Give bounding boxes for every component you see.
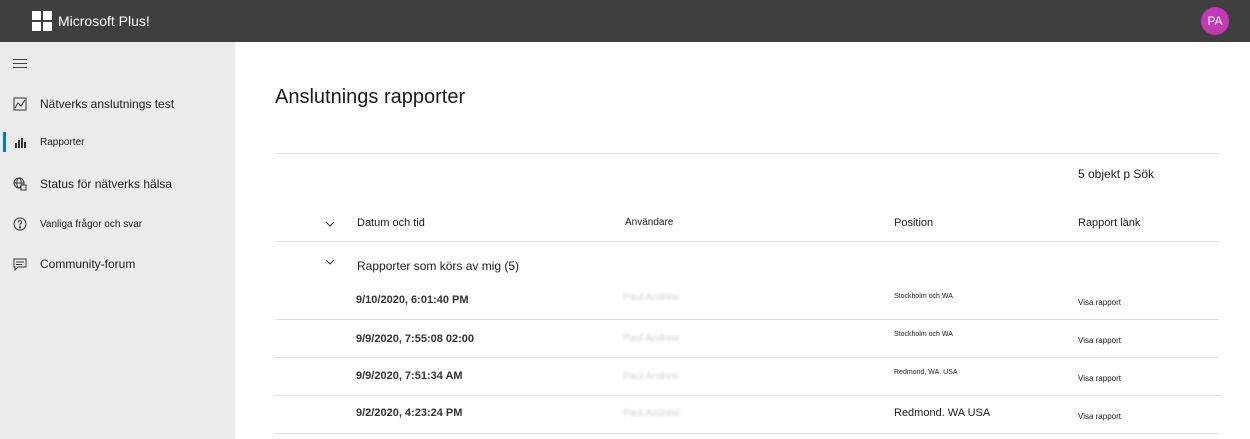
hamburger-menu-icon[interactable]: [13, 59, 27, 69]
row-position: Redmond, WA. USA: [894, 369, 958, 376]
row-user: Paul Andrew: [623, 371, 680, 382]
row-user: Paul Andrew: [623, 292, 680, 303]
sidebar-item-reports[interactable]: Rapporter: [0, 127, 235, 157]
view-report-link[interactable]: Visa rapport: [1078, 374, 1121, 383]
view-report-link[interactable]: Visa rapport: [1078, 298, 1121, 307]
sidebar-item-community[interactable]: Community-forum: [0, 249, 235, 279]
chevron-down-icon[interactable]: [325, 219, 335, 229]
question-circle-icon: [13, 217, 27, 231]
page-title: Anslutnings rapporter: [275, 86, 466, 108]
sidebar-item-label: Status för nätverks hälsa: [40, 177, 173, 191]
top-bar: Microsoft Plus! PA: [0, 0, 1250, 42]
column-header-report-link[interactable]: Rapport länk: [1078, 217, 1140, 229]
globe-network-icon: [13, 177, 27, 191]
chat-icon: [13, 258, 27, 271]
sidebar-item-label: Rapporter: [40, 136, 85, 148]
sidebar: Nätverks anslutnings test Rapporter Stat…: [0, 42, 235, 439]
title-divider: [275, 153, 1219, 154]
header-divider: [275, 241, 1219, 242]
bar-chart-icon: [15, 138, 26, 148]
sidebar-item-label: Nätverks anslutnings test: [40, 97, 175, 111]
chart-image-icon: [13, 97, 27, 111]
row-user: Paul Andrew: [623, 333, 680, 344]
row-user: Paul Andrew: [623, 408, 680, 419]
row-position: Stockholm och WA: [894, 331, 953, 338]
chevron-down-icon[interactable]: [325, 257, 335, 267]
app-title[interactable]: Microsoft Plus!: [58, 13, 150, 29]
sidebar-item-network-test[interactable]: Nätverks anslutnings test: [0, 89, 235, 119]
row-date: 9/9/2020, 7:51:34 AM: [356, 370, 463, 382]
row-divider: [275, 395, 1219, 396]
row-position: Redmond. WA USA: [894, 407, 991, 419]
row-date: 9/2/2020, 4:23:24 PM: [356, 407, 463, 419]
avatar[interactable]: PA: [1201, 7, 1229, 35]
row-divider: [275, 433, 1219, 434]
column-header-user[interactable]: Användare: [625, 217, 673, 228]
windows-logo-icon[interactable]: [32, 11, 52, 31]
sidebar-item-label: Community-forum: [40, 257, 136, 271]
active-indicator: [3, 132, 6, 152]
sidebar-item-network-health[interactable]: Status för nätverks hälsa: [0, 169, 235, 199]
group-header[interactable]: Rapporter som körs av mig (5): [357, 259, 519, 273]
row-date: 9/10/2020, 6:01:40 PM: [356, 294, 469, 306]
sidebar-item-faq[interactable]: Vanliga frågor och svar: [0, 209, 235, 239]
column-header-position[interactable]: Position: [894, 217, 933, 229]
item-count-search[interactable]: 5 objekt p Sök: [1078, 167, 1154, 181]
sidebar-item-label: Vanliga frågor och svar: [40, 218, 143, 230]
main-content: Anslutnings rapporter 5 objekt p Sök Dat…: [235, 42, 1250, 439]
view-report-link[interactable]: Visa rapport: [1078, 412, 1121, 421]
row-divider: [275, 357, 1219, 358]
row-date: 9/9/2020, 7:55:08 02:00: [356, 333, 475, 345]
column-header-date[interactable]: Datum och tid: [357, 217, 425, 229]
view-report-link[interactable]: Visa rapport: [1078, 336, 1121, 345]
row-divider: [275, 319, 1219, 320]
row-position: Stockholm och WA: [894, 293, 953, 300]
